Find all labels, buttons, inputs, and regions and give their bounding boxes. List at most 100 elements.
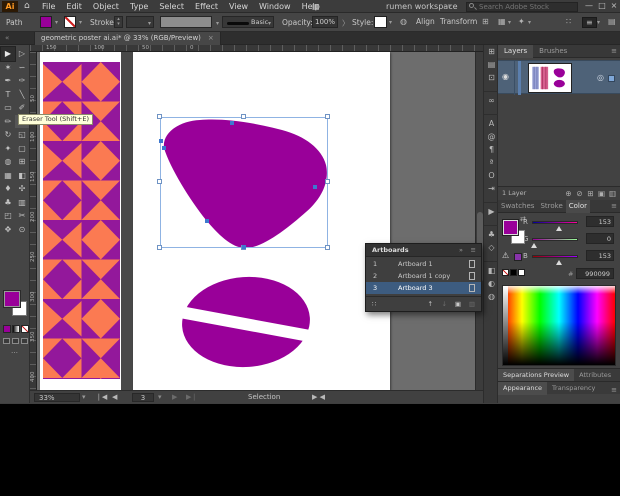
menu-item-file[interactable]: File — [42, 2, 55, 11]
dock-collapse-icon[interactable]: « — [5, 34, 9, 42]
paintbrush-tool[interactable]: ✐ — [15, 101, 29, 115]
artboards-panel-icon[interactable]: ⊞ — [484, 45, 499, 58]
symbols-panel-icon[interactable]: ♣ — [484, 225, 499, 241]
vertical-ruler[interactable]: 50 100 150 200 250 300 350 400 — [30, 52, 37, 390]
new-artboard-icon[interactable]: ▣ — [455, 297, 461, 311]
new-sublayer-icon[interactable]: ⊞ — [585, 187, 596, 200]
stroke-width-stepper[interactable]: ▴ ▾ — [114, 16, 123, 28]
style-swatch[interactable] — [374, 16, 387, 28]
menu-item-select[interactable]: Select — [159, 2, 184, 11]
delete-artboard-icon[interactable]: ▥ — [469, 297, 475, 311]
gradient-mode-button[interactable] — [12, 325, 20, 333]
slider-thumb-g[interactable] — [531, 243, 538, 248]
path-anchor-point[interactable] — [162, 146, 166, 150]
path-anchor-point[interactable] — [205, 219, 209, 223]
path-anchor-point[interactable] — [313, 185, 317, 189]
tab-swatches[interactable]: Swatches — [498, 200, 537, 213]
zoom-tool[interactable]: ⊙ — [15, 223, 29, 237]
tabs-panel-icon[interactable]: ⇥ — [484, 182, 499, 195]
hand-tool[interactable]: ✥ — [1, 223, 15, 237]
document-setup-globe-icon[interactable]: ◍ — [400, 17, 407, 26]
move-down-icon[interactable]: ↓ — [442, 297, 447, 311]
tab-transparency[interactable]: Transparency — [547, 382, 600, 395]
eyedropper-tool[interactable]: ♦ — [1, 182, 15, 196]
horizontal-ruler[interactable]: 150 100 50 0 — [30, 45, 483, 52]
rearrange-artboards-icon[interactable]: ∷ — [372, 297, 376, 311]
stroke-caret-icon[interactable]: ▾ — [79, 19, 82, 26]
fill-color-indicator[interactable] — [3, 290, 21, 308]
minimize-button[interactable]: — — [583, 0, 595, 13]
slider-track-g[interactable] — [531, 238, 578, 248]
artboard-number-field[interactable]: 3 — [132, 393, 154, 402]
tab-close-icon[interactable]: × — [208, 34, 214, 42]
selection-tool[interactable]: ▶ — [0, 46, 16, 62]
perspective-grid-tool[interactable]: ⊞ — [15, 155, 29, 169]
grayscale-ramp[interactable] — [503, 286, 508, 365]
appearance-panel-icon[interactable]: ◐ — [484, 277, 499, 290]
align-button[interactable]: Align — [416, 16, 435, 28]
selection-handle[interactable] — [157, 114, 162, 119]
align-objects-caret-icon[interactable]: ▾ — [508, 19, 511, 26]
graphic-styles-panel-icon[interactable]: ◍ — [484, 290, 499, 303]
slider-thumb-r[interactable] — [556, 226, 563, 231]
canvas-area[interactable]: 150 100 50 0 50 100 150 200 250 300 350 400 — [30, 45, 483, 390]
first-artboard-icon[interactable]: ❘◀ — [96, 393, 107, 402]
align-objects-icon[interactable]: ▦ — [498, 17, 506, 26]
home-icon[interactable]: ⌂ — [24, 1, 30, 12]
control-panel-menu-icon[interactable]: ▤ — [608, 17, 616, 26]
menu-item-edit[interactable]: Edit — [66, 2, 82, 11]
workspace-switch-button[interactable]: ≡ — [582, 17, 597, 28]
color-fill-proxy[interactable] — [502, 219, 519, 236]
color-panel-menu-icon[interactable]: ≡ — [611, 200, 617, 213]
last-artboard-icon[interactable]: ▶❘ — [186, 393, 197, 402]
gradient-tool[interactable]: ◧ — [15, 169, 29, 183]
workspace-caret-icon[interactable]: ▾ — [448, 0, 452, 13]
new-layer-icon[interactable]: ▣ — [596, 187, 607, 200]
selection-handle[interactable] — [325, 114, 330, 119]
artboard-page-icon[interactable] — [469, 284, 475, 292]
distribute-objects-icon[interactable]: ✦ — [518, 17, 525, 26]
opacity-value[interactable]: 100% — [312, 16, 338, 28]
opacity-more-icon[interactable]: 〉 — [342, 18, 350, 29]
tab-brushes[interactable]: Brushes — [533, 45, 573, 58]
out-of-gamut-warning-icon[interactable]: ⚠ — [502, 251, 509, 260]
document-tab[interactable]: geometric poster ai.ai* @ 33% (RGB/Previ… — [34, 32, 221, 45]
slider-value-g[interactable]: 0 — [586, 233, 614, 244]
slider-track-b[interactable] — [532, 255, 578, 265]
scale-tool[interactable]: ◱ — [15, 128, 29, 142]
rectangle-tool[interactable]: ▭ — [1, 101, 15, 115]
path-anchor-point[interactable] — [242, 245, 246, 249]
slider-track-r[interactable] — [532, 221, 578, 231]
artboard-row-1[interactable]: 1 Artboard 1 — [366, 258, 481, 270]
artboard-row-3[interactable]: 3 Artboard 3 — [366, 282, 481, 294]
close-button[interactable]: × — [608, 0, 620, 13]
selection-handle[interactable] — [157, 179, 162, 184]
zoom-caret-icon[interactable]: ▾ — [82, 393, 86, 402]
layers-panel-icon[interactable]: ⊡ — [484, 71, 499, 84]
draw-inside-button[interactable] — [21, 338, 28, 344]
links-panel-icon[interactable]: ∞ — [484, 91, 499, 107]
restore-button[interactable]: □ — [596, 0, 608, 13]
path-anchor-point[interactable] — [230, 121, 234, 125]
workspace-switcher-icon[interactable]: ▦ — [312, 2, 320, 11]
fill-caret-icon[interactable]: ▾ — [55, 19, 58, 26]
selection-handle[interactable] — [241, 114, 246, 119]
menu-item-object[interactable]: Object — [93, 2, 119, 11]
stroke-width-dropdown[interactable]: ▾ — [126, 16, 154, 28]
glyphs-panel-icon[interactable]: @ — [484, 130, 499, 143]
locate-object-icon[interactable]: ⊕ — [563, 187, 574, 200]
style-caret-icon[interactable]: ▾ — [389, 19, 392, 26]
clipping-mask-icon[interactable]: ⊘ — [574, 187, 585, 200]
none-mode-button[interactable] — [21, 325, 29, 333]
actions-panel-icon[interactable]: ▶ — [484, 202, 499, 218]
artboard-tool[interactable]: ◰ — [1, 209, 15, 223]
artboards-menu-icon[interactable]: ≡ — [471, 244, 476, 256]
stroke-color-swatch[interactable] — [64, 16, 76, 28]
blob-brush-tool[interactable]: ✑ — [15, 74, 29, 88]
slider-thumb-b[interactable] — [556, 260, 563, 265]
prev-artboard-icon[interactable]: ◀ — [112, 393, 117, 402]
transform-button[interactable]: Transform — [440, 16, 477, 28]
draw-normal-button[interactable] — [3, 338, 10, 344]
path-anchor-point[interactable] — [159, 139, 163, 143]
layer-selection-chip[interactable] — [608, 75, 615, 82]
